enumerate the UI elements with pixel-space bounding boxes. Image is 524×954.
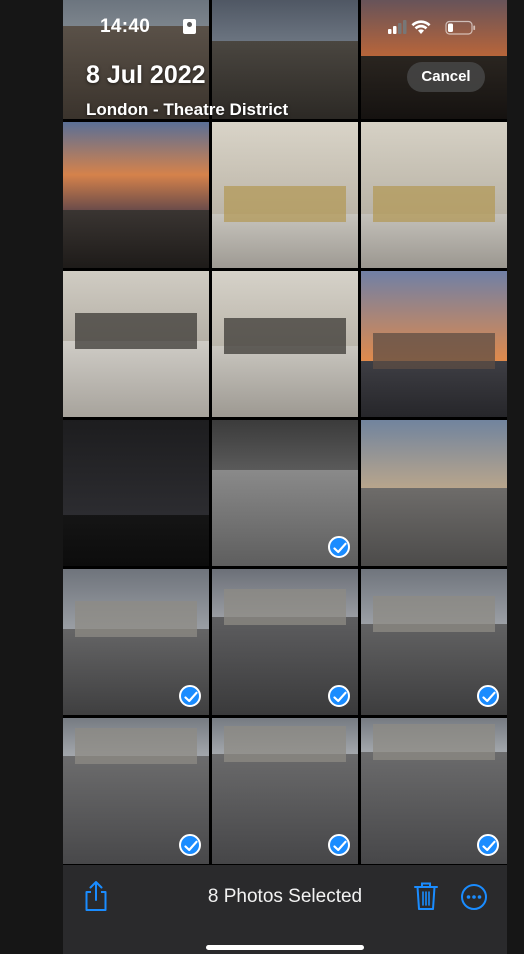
selected-check-icon	[328, 685, 350, 707]
person-badge-icon	[183, 19, 196, 34]
selection-count-label: 8 Photos Selected	[207, 886, 363, 907]
thumb-ground	[212, 346, 358, 417]
left-backdrop	[0, 0, 63, 954]
battery-icon	[445, 20, 476, 35]
photo-thumbnail	[361, 0, 507, 119]
thumb-ground	[361, 361, 507, 417]
date-title: 8 Jul 2022	[86, 61, 206, 89]
selected-check-icon	[328, 834, 350, 856]
thumb-building	[74, 728, 198, 764]
trash-icon[interactable]	[413, 880, 439, 917]
thumb-building	[223, 589, 347, 625]
selected-check-icon	[477, 834, 499, 856]
selected-check-icon	[477, 685, 499, 707]
photo-group-building-2[interactable]	[361, 122, 507, 268]
thumb-sky	[63, 122, 209, 210]
thumb-sky	[212, 0, 358, 41]
thumb-building	[372, 596, 496, 632]
thumb-building	[372, 333, 496, 369]
photo-thumbnail	[63, 122, 209, 268]
thumb-building	[74, 601, 198, 637]
thumb-building	[223, 726, 347, 762]
photo-sunset-rooftops[interactable]	[361, 0, 507, 119]
cellular-signal-icon	[388, 20, 407, 34]
photo-thumbnail	[361, 271, 507, 417]
location-subtitle: London - Theatre District	[86, 100, 289, 119]
photo-thumbnail	[212, 271, 358, 417]
photo-admiralty-arch-6[interactable]	[361, 718, 507, 864]
thumb-ground	[361, 214, 507, 268]
status-icons	[388, 19, 488, 42]
selected-check-icon	[328, 536, 350, 558]
photo-thumbnail	[63, 420, 209, 566]
photo-stage-set[interactable]	[212, 420, 358, 566]
thumb-building	[74, 313, 198, 349]
thumb-ground	[361, 488, 507, 566]
photo-admiralty-arch-4[interactable]	[63, 718, 209, 864]
photo-street-dusk[interactable]	[361, 271, 507, 417]
thumb-building	[372, 186, 496, 222]
photo-admiralty-arch-5[interactable]	[212, 718, 358, 864]
cancel-button[interactable]: Cancel	[407, 62, 485, 92]
photo-sunset-square[interactable]	[63, 122, 209, 268]
right-backdrop	[507, 0, 524, 954]
photos-app: 14:40 8 Jul 2022 London - Theatre Distri…	[63, 0, 507, 954]
thumb-ground	[63, 210, 209, 268]
photo-group-columns-2[interactable]	[212, 271, 358, 417]
photo-square-monument[interactable]	[361, 420, 507, 566]
thumb-sky	[63, 420, 209, 515]
photo-cinema-screen[interactable]	[63, 420, 209, 566]
photo-group-building-1[interactable]	[212, 122, 358, 268]
thumb-building	[372, 724, 496, 760]
selected-check-icon	[179, 685, 201, 707]
photo-group-columns-1[interactable]	[63, 271, 209, 417]
photo-thumbnail	[361, 122, 507, 268]
selection-toolbar: 8 Photos Selected	[63, 865, 507, 954]
selected-check-icon	[179, 834, 201, 856]
thumb-ground	[212, 214, 358, 268]
more-icon[interactable]	[460, 883, 488, 916]
thumb-building	[223, 186, 347, 222]
photo-thumbnail	[63, 271, 209, 417]
thumb-ground	[63, 515, 209, 566]
status-time: 14:40	[100, 16, 151, 37]
photo-admiralty-arch-2[interactable]	[212, 569, 358, 715]
thumb-sky	[212, 420, 358, 470]
photo-thumbnail	[361, 420, 507, 566]
home-indicator	[206, 945, 364, 950]
thumb-ground	[63, 341, 209, 417]
thumb-sky	[361, 420, 507, 488]
thumb-building	[223, 318, 347, 354]
photo-admiralty-arch-1[interactable]	[63, 569, 209, 715]
photo-thumbnail	[212, 122, 358, 268]
wifi-icon	[411, 20, 431, 34]
photo-admiralty-arch-3[interactable]	[361, 569, 507, 715]
